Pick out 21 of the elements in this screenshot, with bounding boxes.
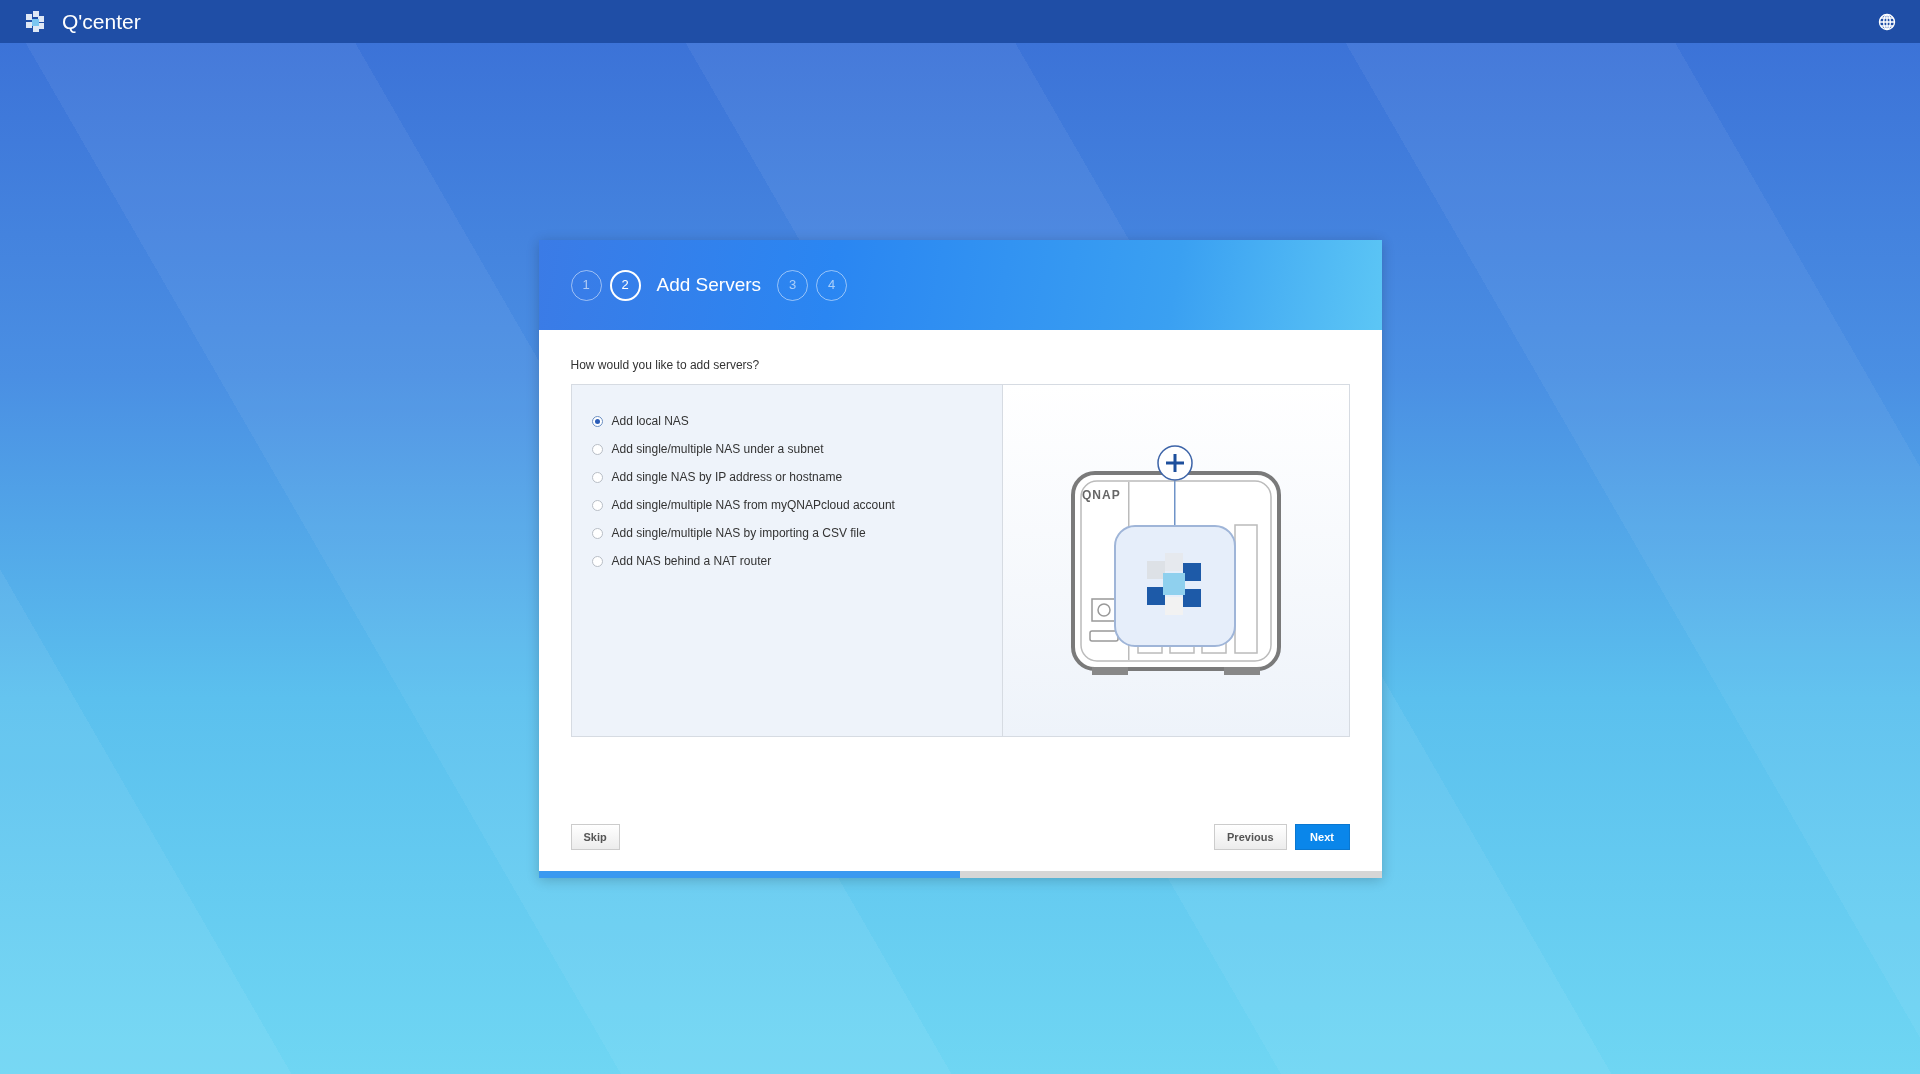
radio-button[interactable] [591, 555, 603, 567]
option-label[interactable]: Add single/multiple NAS by importing a CSV file [611, 524, 866, 542]
radio-button[interactable] [591, 415, 603, 427]
globe-icon[interactable] [1878, 12, 1896, 31]
option-label[interactable]: Add NAS behind a NAT router [611, 552, 772, 570]
option-label[interactable]: Add single/multiple NAS from myQNAPcloud account [611, 496, 895, 514]
previous-button[interactable]: Previous [1214, 824, 1287, 850]
option-label[interactable]: Add local NAS [611, 412, 689, 430]
question-text: How would you like to add servers? [570, 357, 761, 374]
app-title: Q'center [62, 8, 141, 35]
radio-button[interactable] [591, 499, 603, 511]
option-label[interactable]: Add single/multiple NAS under a subnet [611, 440, 824, 458]
skip-button[interactable]: Skip [570, 824, 620, 850]
option-label[interactable]: Add single NAS by IP address or hostname [611, 468, 843, 486]
next-button[interactable]: Next [1294, 824, 1350, 850]
app-logo-icon [24, 9, 46, 34]
step-title: Add Servers [656, 272, 762, 297]
radio-button[interactable] [591, 471, 603, 483]
step-circle: 2 [609, 269, 641, 301]
radio-button[interactable] [591, 527, 603, 539]
radio-button[interactable] [591, 443, 603, 455]
